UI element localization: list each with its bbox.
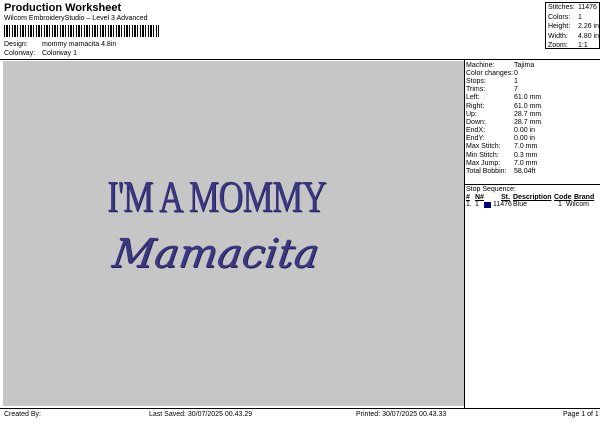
divider-bottom xyxy=(0,408,600,409)
design-row: Design: mommy mamacita 4.8in xyxy=(4,41,116,48)
page-title: Production Worksheet xyxy=(4,2,122,14)
stat-height: Height: 2.26 in xyxy=(548,23,600,31)
info-row: Trims: 7 xyxy=(466,86,518,94)
stat-zoom: Zoom: 1:1 xyxy=(548,42,588,50)
design-preview: I'M A MOMMY Mamacita xyxy=(3,61,464,406)
stat-width: Width: 4.80 in xyxy=(548,32,600,40)
info-row: Max Jump: 7.0 mm xyxy=(466,159,538,167)
stop-sequence-row: 1. 1 11476 Blue 1 Wilcom xyxy=(466,201,589,208)
design-value: mommy mamacita 4.8in xyxy=(41,41,117,48)
info-row: Total Bobbin: 58.04ft xyxy=(466,168,536,176)
stats-box: Stitches: 11476 Colors: 1 Height: 2.26 in W… xyxy=(545,2,600,49)
info-row: Max Stitch: 7.0 mm xyxy=(466,143,538,151)
footer-page: Page 1 of 1 xyxy=(563,411,599,418)
info-row: Down: 28.7 mm xyxy=(466,118,542,126)
stat-stitches: Stitches: 11476 xyxy=(548,4,597,12)
info-row: Min Stitch: 0.3 mm xyxy=(466,151,538,159)
info-row: Color changes: 0 xyxy=(466,69,518,77)
divider-top xyxy=(0,59,600,60)
footer-saved: Last Saved: 30/07/2025 00.43.29 xyxy=(149,411,253,418)
footer-printed: Printed: 30/07/2025 00.43.33 xyxy=(356,411,447,418)
info-row: Stops: 1 xyxy=(466,77,518,85)
info-row: Left: 61.0 mm xyxy=(466,94,542,102)
info-row: Machine: Tajima xyxy=(466,61,535,69)
footer-created: Created By: xyxy=(4,411,41,418)
stop-sequence-title: Stop Sequence: xyxy=(466,186,516,193)
machine-info: Machine: Tajima Color changes: 0 Stops: 1 T… xyxy=(466,61,598,176)
stop-sequence-header: # N# St. Description Code Brand xyxy=(466,194,595,201)
stat-colors: Colors: 1 xyxy=(548,13,582,21)
barcode xyxy=(4,25,159,37)
info-row: EndY: 0.00 in xyxy=(466,135,536,143)
software-subtitle: Wilcom EmbroideryStudio – Level 3 Advanc… xyxy=(4,15,148,22)
info-row: Up: 28.7 mm xyxy=(466,110,542,118)
design-label: Design: xyxy=(4,41,28,48)
colorway-value: Colorway 1 xyxy=(41,50,77,57)
divider-stop-sequence xyxy=(464,184,600,185)
info-row: EndX: 0.00 in xyxy=(466,127,536,135)
thread-color-swatch xyxy=(484,201,491,208)
info-row: Right: 61.0 mm xyxy=(466,102,542,110)
colorway-label: Colorway: xyxy=(4,50,36,57)
stop-sequence: Stop Sequence: # N# St. Description Code… xyxy=(466,186,598,208)
colorway-row: Colorway: Colorway 1 xyxy=(4,50,77,57)
embroidery-line-2: Mamacita xyxy=(109,231,323,277)
embroidery-line-1: I'M A MOMMY xyxy=(107,172,327,221)
divider-vertical xyxy=(464,59,465,408)
